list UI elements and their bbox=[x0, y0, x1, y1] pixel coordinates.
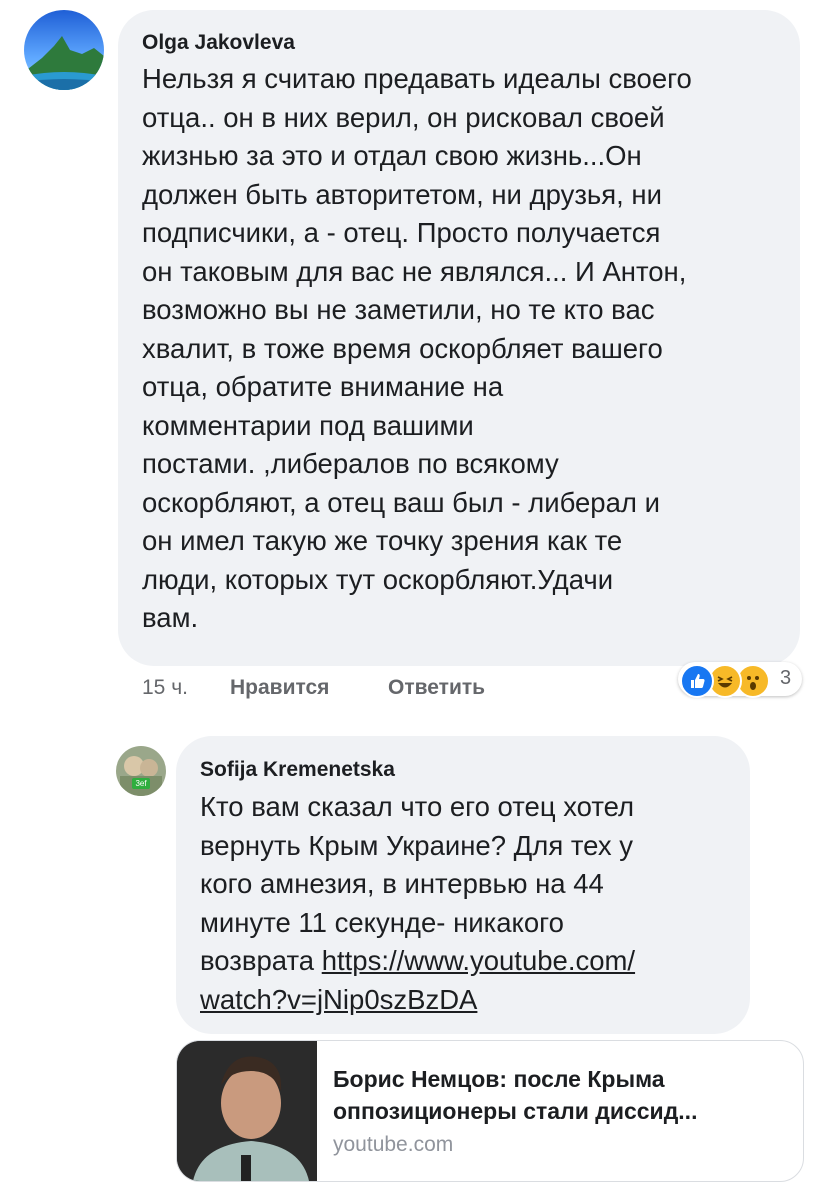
reply-author[interactable]: Sofija Kremenetska bbox=[200, 758, 395, 782]
link-preview-domain: youtube.com bbox=[333, 1133, 454, 1156]
youtube-link-part1[interactable]: https://www.youtube.com/ bbox=[322, 945, 635, 976]
reply-text: Кто вам сказал что его отец хотел вернут… bbox=[200, 788, 740, 1019]
avatar-olga[interactable] bbox=[24, 10, 104, 90]
reactions-summary[interactable]: 3 bbox=[678, 662, 802, 698]
comment-author[interactable]: Olga Jakovleva bbox=[142, 31, 295, 55]
like-icon bbox=[680, 664, 714, 698]
comment-text: Нельзя я считаю предавать идеалы своего … bbox=[142, 63, 692, 633]
link-preview-title[interactable]: Борис Немцов: после Крыма оппозиционеры … bbox=[333, 1063, 785, 1127]
reply-button[interactable]: Ответить bbox=[388, 676, 485, 700]
avatar-landscape-image bbox=[24, 10, 104, 90]
avatar-sofija[interactable]: 3ef bbox=[116, 746, 166, 796]
video-thumbnail[interactable] bbox=[177, 1041, 317, 1181]
comment-timestamp[interactable]: 15 ч. bbox=[142, 676, 188, 700]
person-thumbnail-image bbox=[177, 1041, 317, 1181]
avatar-badge: 3ef bbox=[132, 778, 150, 789]
youtube-link-part2[interactable]: watch?v=jNip0szBzDA bbox=[200, 984, 477, 1015]
like-button[interactable]: Нравится bbox=[230, 676, 329, 700]
reaction-count: 3 bbox=[780, 667, 792, 689]
link-preview-card[interactable]: Борис Немцов: после Крыма оппозиционеры … bbox=[176, 1040, 804, 1182]
